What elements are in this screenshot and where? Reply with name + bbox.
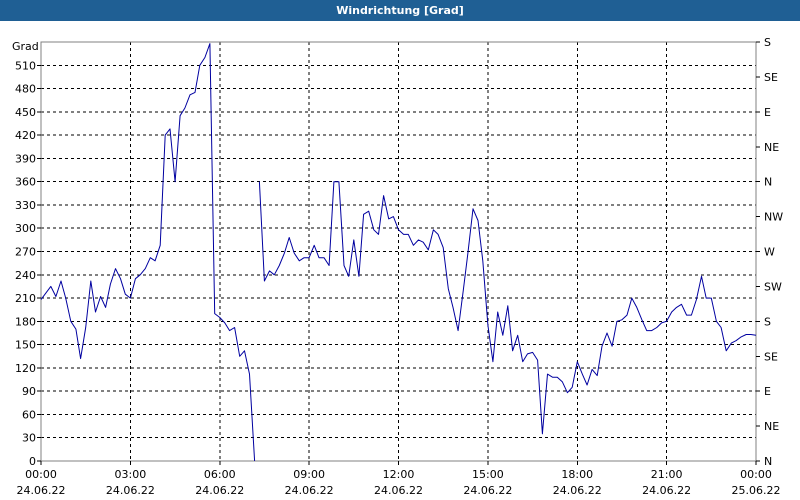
y-tick-label: 450 — [15, 106, 36, 119]
y-tick-label: 270 — [15, 246, 36, 259]
y-tick-label: 0 — [29, 455, 36, 468]
y-tick-label: 150 — [15, 339, 36, 352]
x-tick-label-date: 25.06.22 — [732, 484, 781, 497]
right-tick-label: SE — [764, 71, 778, 84]
x-tick-label-date: 24.06.22 — [642, 484, 691, 497]
x-tick-label-date: 24.06.22 — [195, 484, 244, 497]
y-tick-label: 330 — [15, 199, 36, 212]
series-line — [258, 181, 757, 435]
right-tick-label: NE — [764, 420, 779, 433]
x-tick-label-date: 24.06.22 — [106, 484, 155, 497]
y-tick-label: 90 — [22, 385, 36, 398]
axes: Grad 0 30 60 90 120 150 180 210 240 270 300 330 360 39… — [12, 36, 783, 497]
x-tick-label-time: 06:00 — [204, 468, 236, 481]
y-tick-label: 420 — [15, 129, 36, 142]
right-tick-label: W — [764, 246, 775, 259]
x-tick-label-time: 03:00 — [115, 468, 147, 481]
x-tick-label-time: 00:00 — [740, 468, 772, 481]
right-tick-label: SE — [764, 350, 778, 363]
y-tick-label: 480 — [15, 83, 36, 96]
right-tick-label: E — [764, 106, 771, 119]
right-tick-label: N — [764, 455, 772, 468]
y-tick-label: 60 — [22, 408, 36, 421]
x-tick-label-time: 15:00 — [472, 468, 504, 481]
right-tick-label: N — [764, 176, 772, 189]
y-tick-label: 30 — [22, 432, 36, 445]
wind-direction-chart: Grad 0 30 60 90 120 150 180 210 240 270 300 330 360 39… — [12, 36, 783, 497]
y-tick-label: 120 — [15, 362, 36, 375]
y-axis-label: Grad — [12, 40, 39, 53]
right-tick-label: NW — [764, 211, 783, 224]
y-tick-label: 360 — [15, 176, 36, 189]
y-tick-label: 180 — [15, 315, 36, 328]
right-tick-label: NE — [764, 141, 779, 154]
x-tick-label-date: 24.06.22 — [285, 484, 334, 497]
window-title: Windrichtung [Grad] — [0, 0, 800, 21]
x-tick-label-time: 21:00 — [651, 468, 683, 481]
y-tick-label: 300 — [15, 222, 36, 235]
y-tick-label: 210 — [15, 292, 36, 305]
y-tick-label: 240 — [15, 269, 36, 282]
right-tick-label: S — [764, 315, 771, 328]
grid — [41, 42, 756, 461]
x-tick-label-time: 09:00 — [293, 468, 325, 481]
x-tick-label-date: 24.06.22 — [374, 484, 423, 497]
right-tick-label: S — [764, 36, 771, 49]
x-tick-label-date: 24.06.22 — [463, 484, 512, 497]
x-tick-label-time: 18:00 — [561, 468, 593, 481]
right-tick-label: SW — [764, 280, 782, 293]
chart-window: Windrichtung [Grad] Grad 0 30 60 90 120 150 180… — [0, 0, 800, 500]
x-tick-label-time: 12:00 — [383, 468, 415, 481]
y-tick-label: 390 — [15, 152, 36, 165]
right-tick-label: E — [764, 385, 771, 398]
y-tick-label: 510 — [15, 59, 36, 72]
x-tick-label-date: 24.06.22 — [17, 484, 66, 497]
x-tick-label-time: 00:00 — [25, 468, 57, 481]
series-line — [40, 43, 256, 462]
x-tick-label-date: 24.06.22 — [553, 484, 602, 497]
